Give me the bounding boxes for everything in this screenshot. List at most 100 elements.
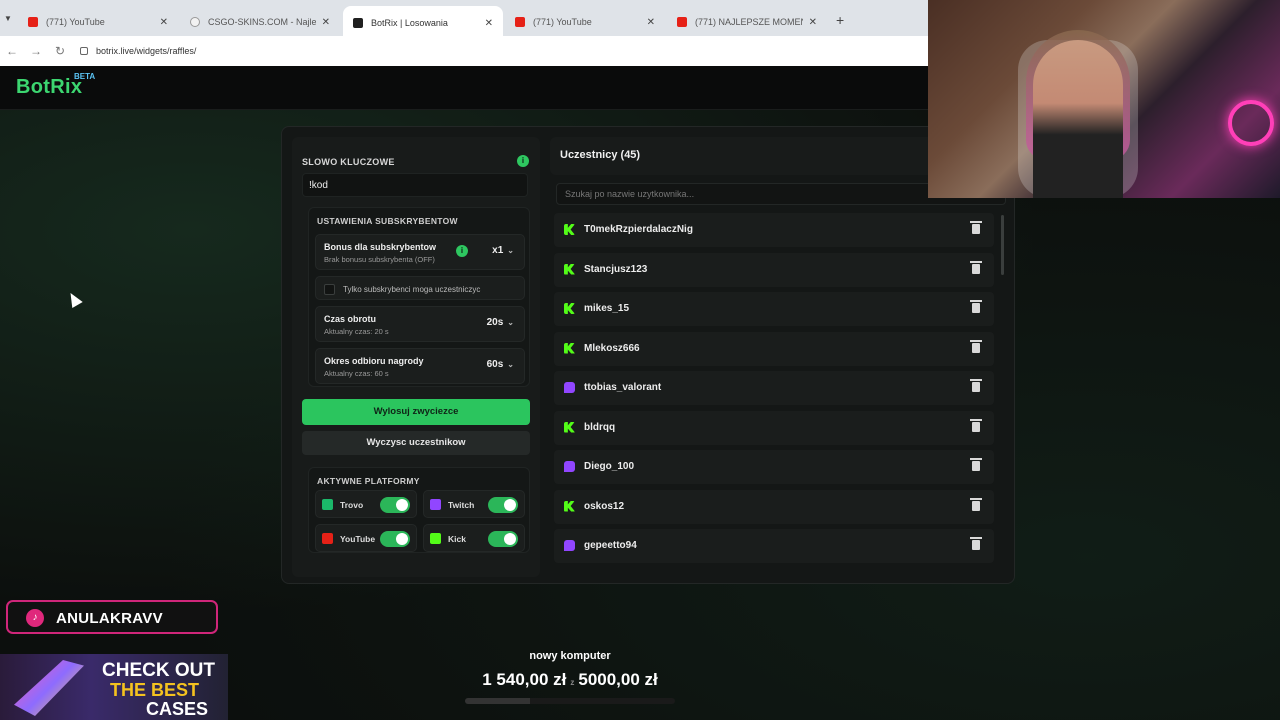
- tab-title: BotRix | Losowania: [371, 18, 448, 28]
- promo-line-2: THE BEST: [110, 680, 200, 700]
- trash-icon[interactable]: [970, 537, 982, 550]
- tab-title: CSGO-SKINS.COM - Najlepsze: [208, 17, 316, 27]
- trash-icon[interactable]: [970, 339, 982, 353]
- browser-tab-youtube-1[interactable]: (771) YouTube ✕: [18, 8, 178, 36]
- info-icon[interactable]: i: [517, 155, 529, 167]
- sub-bonus-value: x1: [492, 245, 504, 256]
- trash-icon[interactable]: [970, 418, 982, 432]
- twitch-icon: [430, 499, 441, 510]
- draw-winner-button[interactable]: Wylosuj zwyciezce: [302, 399, 530, 425]
- trash-icon[interactable]: [970, 458, 982, 471]
- participant-row[interactable]: bldrqq: [554, 410, 994, 445]
- participant-row[interactable]: Stancjusz123: [554, 252, 994, 287]
- participant-name: bldrqq: [584, 421, 616, 433]
- kick-icon: [564, 500, 575, 512]
- info-icon[interactable]: i: [456, 245, 468, 257]
- participants-panel: Uczestnicy (45) Szukaj po nazwie uzytkow…: [550, 137, 1010, 577]
- kick-toggle[interactable]: [488, 531, 518, 547]
- subs-only-label: Tylko subskrybenci moga uczestniczyc: [343, 285, 481, 294]
- twitch-toggle[interactable]: [488, 497, 518, 513]
- tab-title: (771) YouTube: [533, 17, 592, 27]
- goal-progress-fill: [465, 698, 530, 704]
- participant-name: Stancjusz123: [584, 263, 648, 275]
- promo-line-3: CASES: [146, 699, 209, 719]
- neon-light: [1228, 100, 1274, 146]
- spin-time-row: Czas obrotu Aktualny czas: 20 s 20s ⌄: [315, 306, 525, 342]
- address-bar: ← → ↻ botrix.live/widgets/raffles/: [0, 36, 930, 66]
- trovo-icon: [322, 499, 333, 510]
- browser-tab-botrix[interactable]: BotRix | Losowania ✕: [343, 6, 503, 40]
- close-tab-icon[interactable]: ✕: [160, 17, 168, 28]
- reload-icon[interactable]: ↻: [48, 44, 72, 58]
- close-tab-icon[interactable]: ✕: [809, 17, 817, 28]
- back-icon[interactable]: ←: [0, 44, 24, 58]
- spin-time-subtitle: Aktualny czas: 20 s: [324, 327, 389, 336]
- trovo-toggle[interactable]: [380, 497, 410, 513]
- browser-tab-youtube-2[interactable]: (771) YouTube ✕: [505, 8, 665, 36]
- claim-time-row: Okres odbioru nagrody Aktualny czas: 60 …: [315, 348, 525, 384]
- streamer: [1033, 40, 1123, 198]
- spin-time-select[interactable]: 20s ⌄: [487, 317, 514, 328]
- participants-title: Uczestnicy (45): [560, 149, 641, 161]
- site-info-icon[interactable]: [80, 47, 88, 55]
- browser-tab-csgo[interactable]: CSGO-SKINS.COM - Najlepsze ✕: [180, 8, 340, 36]
- claim-time-select[interactable]: 60s ⌄: [487, 359, 514, 370]
- claim-time-subtitle: Aktualny czas: 60 s: [324, 369, 389, 378]
- settings-panel: SLOWO KLUCZOWE i !kod USTAWIENIA SUBSKRY…: [292, 137, 540, 577]
- kick-icon: [564, 421, 575, 433]
- subs-only-checkbox[interactable]: [324, 284, 335, 295]
- twitch-icon: [564, 461, 575, 472]
- clear-participants-button[interactable]: Wyczysc uczestnikow: [302, 431, 530, 455]
- close-tab-icon[interactable]: ✕: [485, 18, 493, 29]
- kick-icon: [430, 533, 441, 544]
- raffle-widget: SLOWO KLUCZOWE i !kod USTAWIENIA SUBSKRY…: [281, 126, 1015, 584]
- sub-bonus-subtitle: Brak bonusu subskrybenta (OFF): [324, 255, 435, 264]
- subs-only-row[interactable]: Tylko subskrybenci moga uczestniczyc: [315, 276, 525, 300]
- browser-tab-youtube-3[interactable]: (771) NAJLEPSZE MOMENTY P ✕: [667, 8, 827, 36]
- goal-current: 1 540,00 zł: [482, 670, 567, 689]
- knife-image: [14, 660, 84, 716]
- botrix-logo[interactable]: BotRix: [16, 76, 82, 99]
- spin-time-value: 20s: [486, 317, 504, 328]
- participant-name: Diego_100: [584, 461, 635, 472]
- trash-icon[interactable]: [970, 300, 982, 313]
- url-field[interactable]: botrix.live/widgets/raffles/: [80, 46, 196, 56]
- trash-icon[interactable]: [970, 497, 982, 511]
- participant-name: oskos12: [584, 500, 625, 512]
- participant-row[interactable]: oskos12: [554, 489, 994, 524]
- active-platforms-title: AKTYWNE PLATFORMY: [317, 476, 420, 486]
- promo-line-1: CHECK OUT: [102, 660, 215, 681]
- chevron-down-icon: ⌄: [507, 360, 514, 369]
- sub-bonus-select[interactable]: x1 ⌄: [492, 245, 514, 256]
- tiktok-handle-overlay: ♪ ANULAKRAVV: [6, 600, 218, 634]
- list-scrollbar[interactable]: [1001, 215, 1004, 275]
- participant-row[interactable]: Diego_100: [554, 450, 994, 484]
- tiktok-handle: ANULAKRAVV: [56, 610, 163, 627]
- participant-row[interactable]: Mlekosz666: [554, 331, 994, 366]
- tab-title: (771) NAJLEPSZE MOMENTY P: [695, 17, 803, 27]
- participant-row[interactable]: gepeetto94: [554, 529, 994, 563]
- tab-search-icon[interactable]: ▼: [4, 14, 12, 23]
- trash-icon[interactable]: [970, 221, 982, 234]
- keyword-input[interactable]: !kod: [302, 173, 528, 197]
- participant-name: ttobias_valorant: [584, 382, 662, 393]
- screen: ▼ (771) YouTube ✕ CSGO-SKINS.COM - Najle…: [0, 0, 1280, 720]
- youtube-icon: [322, 533, 333, 544]
- participant-row[interactable]: ttobias_valorant: [554, 371, 994, 405]
- twitch-icon: [564, 382, 575, 393]
- twitch-icon: [564, 540, 575, 551]
- close-tab-icon[interactable]: ✕: [647, 17, 655, 28]
- participant-row[interactable]: T0mekRzpierdalaczNig: [554, 213, 994, 247]
- claim-time-title: Okres odbioru nagrody: [324, 356, 424, 366]
- trash-icon[interactable]: [970, 260, 982, 274]
- platform-name: Twitch: [448, 500, 475, 510]
- trash-icon[interactable]: [970, 379, 982, 392]
- participant-row[interactable]: mikes_15: [554, 292, 994, 326]
- claim-time-value: 60s: [486, 359, 504, 370]
- close-tab-icon[interactable]: ✕: [322, 17, 330, 28]
- new-tab-icon[interactable]: +: [836, 12, 844, 28]
- youtube-toggle[interactable]: [380, 531, 410, 547]
- platform-trovo: Trovo: [315, 490, 417, 518]
- active-platforms: AKTYWNE PLATFORMY Trovo Twitch YouTube K…: [308, 467, 530, 553]
- forward-icon[interactable]: →: [24, 44, 48, 58]
